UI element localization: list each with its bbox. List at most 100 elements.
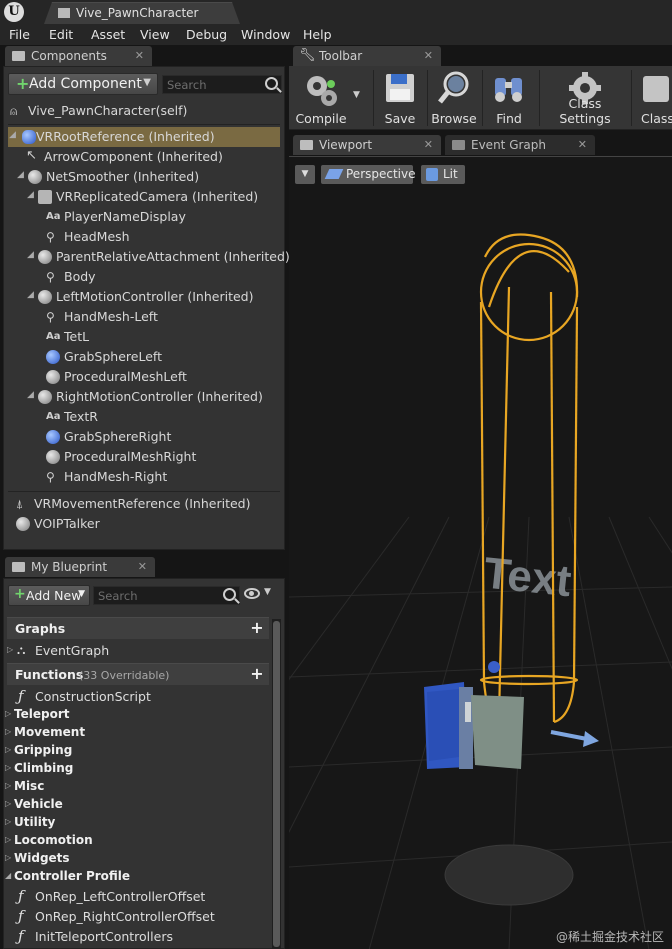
- graphs-section-header[interactable]: Graphs +: [7, 617, 269, 639]
- menu-debug[interactable]: Debug: [186, 27, 227, 42]
- expand-arrow-icon[interactable]: ◢: [5, 871, 11, 880]
- tab-toolbar[interactable]: 🔧︎ Toolbar ✕: [293, 46, 441, 66]
- add-graph-icon[interactable]: +: [249, 620, 265, 636]
- add-component-button[interactable]: + Add Component ▼: [8, 73, 158, 95]
- browse-label: Browse: [431, 111, 477, 126]
- class-defaults-button[interactable]: Class: [637, 66, 672, 130]
- tab-my-blueprint[interactable]: My Blueprint ✕: [5, 557, 155, 577]
- category-label: Misc: [14, 779, 45, 793]
- function-label: ConstructionScript: [35, 689, 151, 704]
- function-label: InitTeleportControllers: [35, 929, 173, 944]
- close-icon[interactable]: ✕: [135, 49, 144, 62]
- tab-event-graph[interactable]: Event Graph ✕: [445, 135, 595, 155]
- menu-asset[interactable]: Asset: [91, 27, 125, 42]
- component-row[interactable]: ◢ VRRootReference (Inherited): [8, 127, 280, 147]
- divider: [8, 124, 280, 125]
- close-icon[interactable]: ✕: [138, 560, 147, 573]
- find-label: Find: [496, 111, 522, 126]
- functions-overridable-count: (33 Overridable): [79, 669, 170, 682]
- component-label: VRRootReference (Inherited): [36, 129, 215, 144]
- scene-icon: [38, 250, 52, 264]
- actor-icon: ⍝: [10, 104, 18, 118]
- expand-arrow-icon[interactable]: ▷: [5, 835, 11, 844]
- component-self-label: Vive_PawnCharacter(self): [28, 103, 188, 118]
- menu-window[interactable]: Window: [241, 27, 290, 42]
- viewport-options-button[interactable]: ▼: [295, 165, 315, 184]
- title-bar: U Vive_PawnCharacter: [0, 0, 672, 24]
- component-label: HandMesh-Left: [64, 309, 158, 324]
- tab-components[interactable]: Components ✕: [5, 46, 152, 66]
- menu-view[interactable]: View: [140, 27, 170, 42]
- expand-arrow-icon[interactable]: ▷: [5, 709, 11, 718]
- voip-icon: [16, 517, 30, 531]
- add-new-label: Add New: [26, 588, 82, 603]
- movement-icon: ⍋: [16, 497, 24, 511]
- expand-arrow-icon[interactable]: ▷: [5, 853, 11, 862]
- chevron-down-icon: ▼: [143, 77, 151, 88]
- sphere-collision-icon: [46, 430, 60, 444]
- components-panel: + Add Component ▼ ⍝ Vive_PawnCharacter(s…: [3, 66, 290, 550]
- menu-file[interactable]: File: [9, 27, 30, 42]
- document-tab[interactable]: Vive_PawnCharacter: [44, 2, 240, 24]
- floor-disc: [444, 844, 574, 906]
- add-new-button[interactable]: + Add New ▼: [8, 585, 90, 606]
- browse-button[interactable]: Browse: [431, 66, 477, 130]
- menu-help[interactable]: Help: [303, 27, 332, 42]
- search-icon[interactable]: [223, 588, 236, 601]
- search-icon[interactable]: [265, 77, 278, 90]
- add-function-icon[interactable]: +: [249, 666, 265, 682]
- graph-icon: ⛬: [17, 643, 26, 657]
- viewport[interactable]: Text ▼ Perspective Lit: [289, 156, 672, 949]
- category-label: Locomotion: [14, 833, 93, 847]
- expand-arrow-icon[interactable]: ▷: [5, 781, 11, 790]
- expand-arrow-icon[interactable]: ▷: [5, 799, 11, 808]
- lit-mode-button[interactable]: Lit: [421, 165, 465, 184]
- category-label: Widgets: [14, 851, 70, 865]
- close-icon[interactable]: ✕: [424, 138, 433, 151]
- compile-options-chevron-icon[interactable]: ▼: [353, 90, 360, 100]
- plus-icon: +: [14, 586, 26, 602]
- expand-arrow-icon[interactable]: ▷: [7, 645, 13, 654]
- expand-arrow-icon[interactable]: ▷: [5, 817, 11, 826]
- menu-edit[interactable]: Edit: [49, 27, 73, 42]
- expand-arrow-icon[interactable]: ◢: [9, 130, 16, 140]
- floppy-disk-icon: [386, 74, 414, 102]
- plus-icon: +: [16, 74, 30, 93]
- save-button[interactable]: Save: [379, 66, 421, 130]
- expand-arrow-icon[interactable]: ▷: [5, 727, 11, 736]
- eye-icon[interactable]: [244, 588, 260, 599]
- component-label: TextR: [64, 409, 98, 424]
- scrollbar-thumb[interactable]: [273, 621, 280, 947]
- component-self[interactable]: ⍝ Vive_PawnCharacter(self): [10, 101, 280, 121]
- functions-section-header[interactable]: Functions (33 Overridable) +: [7, 663, 269, 685]
- skeletal-mesh-icon: ⚲: [46, 270, 55, 284]
- component-label: VRReplicatedCamera (Inherited): [56, 189, 259, 204]
- capsule-outline: [479, 233, 579, 729]
- expand-arrow-icon[interactable]: ▷: [5, 745, 11, 754]
- expand-arrow-icon[interactable]: ◢: [27, 250, 34, 260]
- expand-arrow-icon[interactable]: ◢: [17, 170, 24, 180]
- expand-arrow-icon[interactable]: ▷: [5, 763, 11, 772]
- expand-arrow-icon[interactable]: ◢: [27, 290, 34, 300]
- toolbar-separator: [373, 70, 374, 126]
- compile-button[interactable]: Compile: [293, 66, 349, 130]
- close-icon[interactable]: ✕: [578, 138, 587, 151]
- function-icon: ƒ: [18, 907, 24, 925]
- expand-arrow-icon[interactable]: ◢: [27, 190, 34, 200]
- close-icon[interactable]: ✕: [424, 49, 433, 62]
- perspective-button[interactable]: Perspective: [321, 165, 416, 184]
- unreal-logo-icon[interactable]: U: [4, 2, 24, 22]
- arrow-icon: ↖: [26, 148, 37, 163]
- scrollbar[interactable]: [272, 619, 281, 949]
- find-button[interactable]: Find: [487, 66, 531, 130]
- toolbar: Compile ▼ Save Browse Find Class Setting…: [289, 66, 672, 130]
- class-settings-button[interactable]: Class Settings: [543, 66, 627, 130]
- chevron-down-icon[interactable]: ▼: [264, 587, 271, 597]
- component-label: NetSmoother (Inherited): [46, 169, 200, 184]
- components-search-input[interactable]: [167, 77, 263, 92]
- blueprint-search-input[interactable]: [98, 588, 221, 603]
- expand-arrow-icon[interactable]: ◢: [27, 390, 34, 400]
- tab-viewport[interactable]: Viewport ✕: [293, 135, 441, 155]
- class-settings-label: Class Settings: [559, 96, 611, 126]
- tab-my-blueprint-label: My Blueprint: [31, 560, 108, 574]
